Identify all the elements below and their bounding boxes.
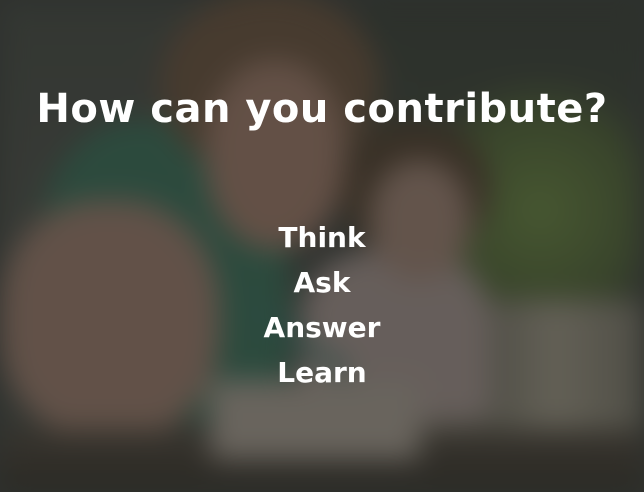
action-answer: Answer: [263, 311, 381, 344]
action-ask: Ask: [293, 266, 351, 299]
action-learn: Learn: [277, 356, 367, 389]
action-list: Think Ask Answer Learn: [0, 215, 644, 395]
hero-content: How can you contribute? Think Ask Answer…: [0, 0, 644, 492]
headline: How can you contribute?: [36, 86, 608, 132]
hero-banner: How can you contribute? Think Ask Answer…: [0, 0, 644, 492]
action-think: Think: [278, 221, 366, 254]
